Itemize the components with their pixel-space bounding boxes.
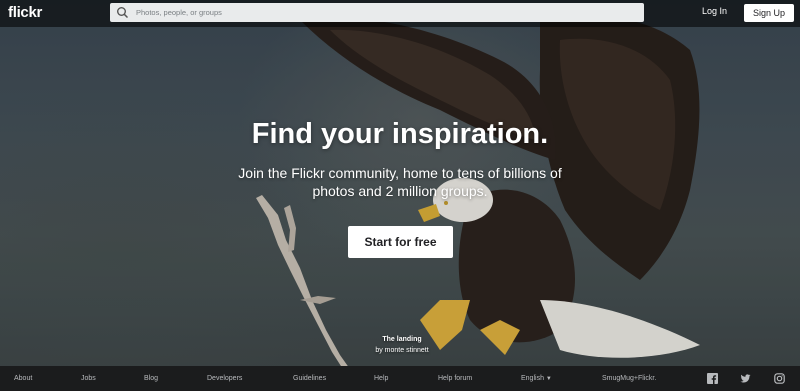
footer-link-guidelines[interactable]: Guidelines — [293, 375, 326, 382]
top-navigation-bar: flickr Log In Sign Up — [0, 0, 800, 27]
facebook-icon[interactable] — [707, 373, 718, 384]
footer-link-developers[interactable]: Developers — [207, 375, 242, 382]
language-label: English — [521, 375, 544, 382]
search-box[interactable] — [110, 3, 644, 22]
photo-credit[interactable]: The landing by monte stinnett — [362, 334, 442, 356]
photo-credit-author[interactable]: by monte stinnett — [362, 345, 442, 356]
footer-bar: About Jobs Blog Developers Guidelines He… — [0, 366, 800, 391]
footer-link-help-forum[interactable]: Help forum — [438, 375, 472, 382]
flickr-logo[interactable]: flickr — [8, 4, 42, 21]
start-for-free-button[interactable]: Start for free — [348, 226, 453, 258]
login-link[interactable]: Log In — [702, 6, 727, 16]
signup-button[interactable]: Sign Up — [744, 4, 794, 22]
twitter-icon[interactable] — [740, 373, 751, 384]
footer-link-help[interactable]: Help — [374, 375, 388, 382]
footer-link-jobs[interactable]: Jobs — [81, 375, 96, 382]
chevron-down-icon: ▼ — [545, 376, 552, 382]
search-icon — [117, 7, 129, 19]
language-selector[interactable]: English ▼ — [521, 375, 552, 382]
hero-headline: Find your inspiration. — [251, 118, 549, 150]
photo-credit-title[interactable]: The landing — [362, 334, 442, 345]
footer-link-about[interactable]: About — [14, 375, 32, 382]
search-input[interactable] — [136, 3, 636, 22]
hero-subtitle: Join the Flickr community, home to tens … — [238, 165, 562, 199]
instagram-icon[interactable] — [774, 373, 785, 384]
footer-link-blog[interactable]: Blog — [144, 375, 158, 382]
footer-link-smugmug[interactable]: SmugMug+Flickr. — [602, 375, 656, 382]
